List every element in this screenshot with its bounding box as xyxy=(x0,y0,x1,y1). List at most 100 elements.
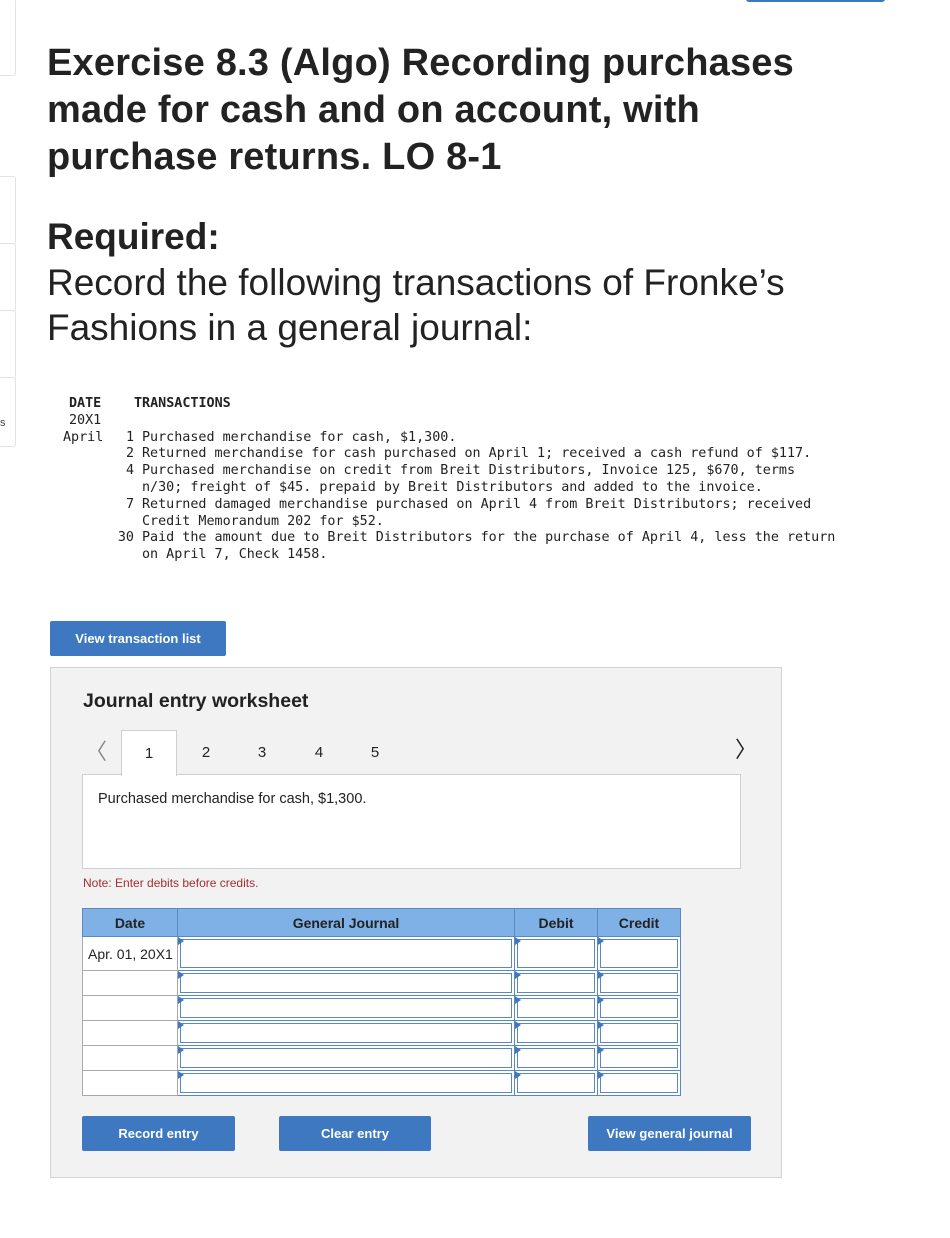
tx-month xyxy=(63,547,116,564)
tx-day xyxy=(116,547,134,564)
transaction-line: 4 Purchased merchandise on credit from Br… xyxy=(63,463,835,480)
table-row xyxy=(82,1020,681,1046)
debit-credit-note: Note: Enter debits before credits. xyxy=(83,876,259,890)
chevron-right-icon[interactable]: 〉 xyxy=(735,732,757,764)
tab-1[interactable]: 1 xyxy=(121,730,177,776)
date-cell xyxy=(82,995,178,1021)
tab-4[interactable]: 4 xyxy=(291,730,347,774)
table-header-row: Date General Journal Debit Credit xyxy=(82,908,681,937)
worksheet-title: Journal entry worksheet xyxy=(83,690,309,712)
transaction-line: Credit Memorandum 202 for $52. xyxy=(63,514,835,531)
table-row xyxy=(82,1070,681,1096)
date-cell: Apr. 01, 20X1 xyxy=(82,936,178,971)
transactions-header-label: TRANSACTIONS xyxy=(134,396,231,411)
page-title: Exercise 8.3 (Algo) Recording purchases … xyxy=(47,42,794,178)
date-cell xyxy=(82,970,178,996)
tab-5[interactable]: 5 xyxy=(347,730,403,774)
transaction-line: n/30; freight of $45. prepaid by Breit D… xyxy=(63,480,835,497)
table-row xyxy=(82,1045,681,1071)
transactions-header: DATE TRANSACTIONS xyxy=(63,396,835,413)
table-row: Apr. 01, 20X1 xyxy=(82,936,681,971)
credit-input[interactable] xyxy=(597,1020,681,1046)
tx-text: Purchased merchandise for cash, $1,300. xyxy=(142,429,457,445)
record-entry-button[interactable]: Record entry xyxy=(82,1116,235,1151)
transaction-line: April 1 Purchased merchandise for cash, $1… xyxy=(63,430,835,447)
tx-day: 1 xyxy=(125,429,134,445)
transaction-line: 2 Returned merchandise for cash purchased… xyxy=(63,446,835,463)
required-label: Required: xyxy=(47,216,220,257)
date-cell xyxy=(82,1045,178,1071)
side-panel-tab[interactable] xyxy=(0,0,16,76)
tx-day xyxy=(116,514,134,531)
tx-month xyxy=(63,530,116,547)
account-input[interactable] xyxy=(177,1045,515,1071)
side-panel-letter: s xyxy=(0,417,6,429)
tx-text: Returned damaged merchandise purchased o… xyxy=(142,496,812,512)
credit-input[interactable] xyxy=(597,936,681,971)
transaction-line: on April 7, Check 1458. xyxy=(63,547,835,564)
tx-month xyxy=(63,480,116,497)
side-panel-tab[interactable] xyxy=(0,310,16,379)
tx-month xyxy=(63,463,116,480)
account-input[interactable] xyxy=(177,1020,515,1046)
tx-day: 2 xyxy=(125,446,134,462)
table-row xyxy=(82,970,681,996)
tx-day xyxy=(116,480,134,497)
side-panel-tab[interactable] xyxy=(0,377,16,447)
debit-input[interactable] xyxy=(514,1020,598,1046)
journal-column-header: General Journal xyxy=(177,908,515,937)
account-input[interactable] xyxy=(177,995,515,1021)
tx-month xyxy=(63,514,116,531)
table-row xyxy=(82,995,681,1021)
general-journal-table: Date General Journal Debit Credit Apr. 0… xyxy=(82,908,681,1096)
tx-text: Credit Memorandum 202 for $52. xyxy=(142,513,384,529)
credit-input[interactable] xyxy=(597,995,681,1021)
tx-day: 7 xyxy=(125,496,134,512)
tx-day: 30 xyxy=(117,530,134,546)
tab-3[interactable]: 3 xyxy=(234,730,290,774)
view-transaction-list-button[interactable]: View transaction list xyxy=(50,621,226,656)
tx-month xyxy=(63,497,116,514)
instruction-text: Record the following transactions of Fro… xyxy=(47,262,785,348)
side-panel-tab[interactable] xyxy=(0,176,16,245)
top-accent-bar xyxy=(746,0,885,2)
view-general-journal-button[interactable]: View general journal xyxy=(588,1116,751,1151)
tx-day: 4 xyxy=(125,463,134,479)
date-cell xyxy=(82,1020,178,1046)
debit-input[interactable] xyxy=(514,1070,598,1096)
account-input[interactable] xyxy=(177,936,515,971)
account-input[interactable] xyxy=(177,970,515,996)
clear-entry-button[interactable]: Clear entry xyxy=(279,1116,431,1151)
tab-2[interactable]: 2 xyxy=(178,730,234,774)
debit-input[interactable] xyxy=(514,936,598,971)
tx-text: on April 7, Check 1458. xyxy=(142,547,328,563)
date-cell xyxy=(82,1070,178,1096)
transaction-line: 7 Returned damaged merchandise purchased … xyxy=(63,497,835,514)
debit-column-header: Debit xyxy=(514,908,598,937)
transaction-line: 30 Paid the amount due to Breit Distribut… xyxy=(63,530,835,547)
tx-text: Purchased merchandise on credit from Bre… xyxy=(142,463,796,479)
tx-month: April xyxy=(63,429,104,445)
chevron-left-icon[interactable]: 〈 xyxy=(85,734,107,766)
credit-input[interactable] xyxy=(597,1070,681,1096)
credit-column-header: Credit xyxy=(597,908,681,937)
tx-text: n/30; freight of $45. prepaid by Breit D… xyxy=(142,479,763,495)
transaction-description-box: Purchased merchandise for cash, $1,300. xyxy=(82,774,741,869)
tx-text: Paid the amount due to Breit Distributor… xyxy=(142,530,836,546)
transaction-description: Purchased merchandise for cash, $1,300. xyxy=(98,791,367,807)
journal-entry-worksheet: Journal entry worksheet 〈 1 2 3 4 5 〉 Pu… xyxy=(50,667,782,1178)
debit-input[interactable] xyxy=(514,995,598,1021)
tx-month xyxy=(63,446,116,463)
year-row: 20X1 xyxy=(63,413,835,430)
side-panel-tab[interactable] xyxy=(0,243,16,312)
credit-input[interactable] xyxy=(597,1045,681,1071)
year-label: 20X1 xyxy=(69,412,102,428)
credit-input[interactable] xyxy=(597,970,681,996)
date-column-header: Date xyxy=(82,908,178,937)
debit-input[interactable] xyxy=(514,1045,598,1071)
transactions-list: DATE TRANSACTIONS 20X1 April 1 Purchased m… xyxy=(63,396,835,564)
tx-text: Returned merchandise for cash purchased … xyxy=(142,446,812,462)
debit-input[interactable] xyxy=(514,970,598,996)
account-input[interactable] xyxy=(177,1070,515,1096)
date-header: DATE xyxy=(69,396,102,411)
